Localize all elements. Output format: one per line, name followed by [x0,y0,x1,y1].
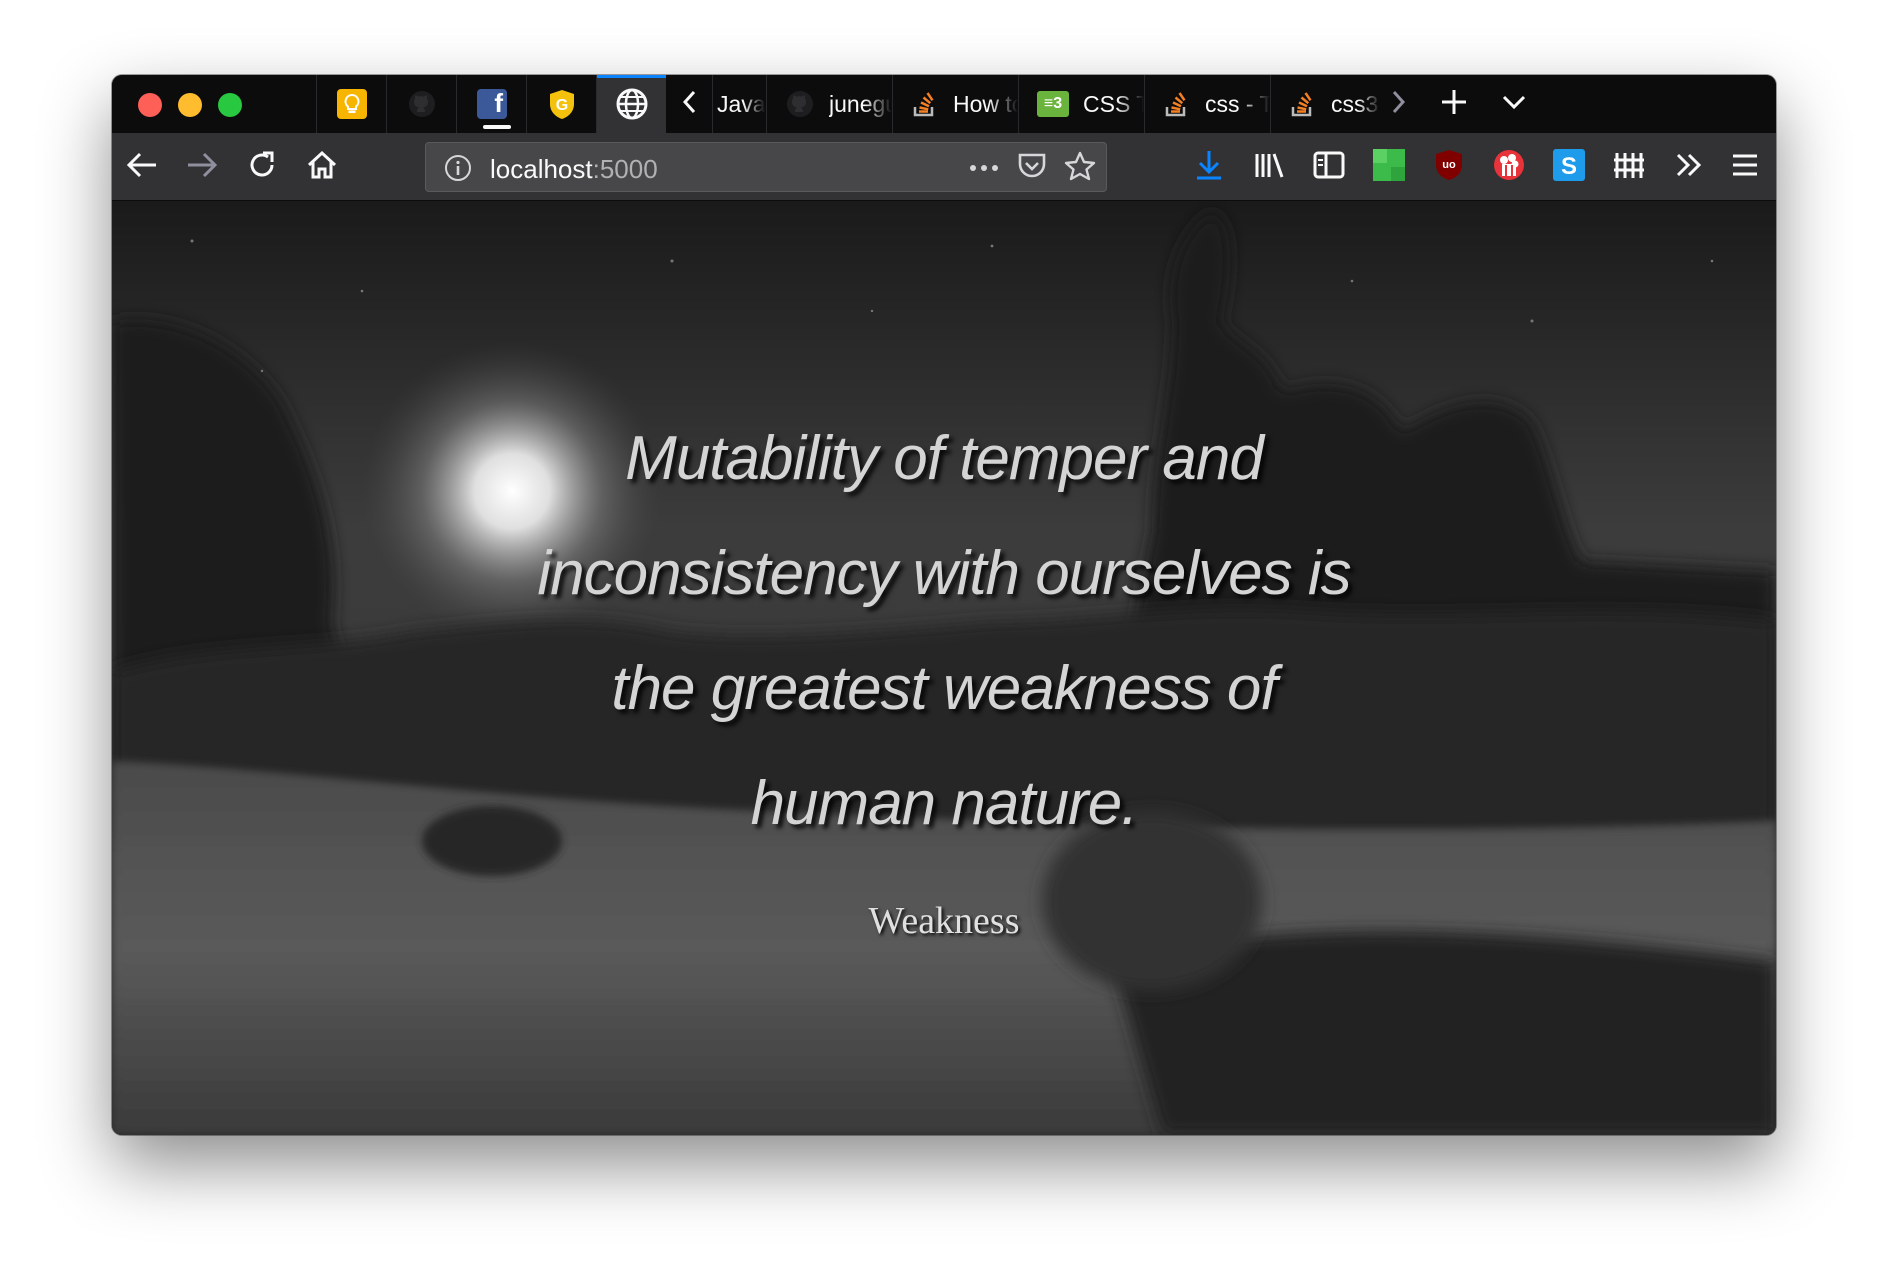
chevron-down-icon [1501,93,1527,116]
chevron-right-icon [1389,89,1407,120]
tab-pinned-localhost[interactable] [596,75,666,133]
star-icon [1064,151,1096,186]
css3-icon: ≡3 [1037,91,1069,117]
reload-icon [247,150,277,185]
arrow-left-icon [126,151,158,184]
tab-manager-icon [1373,148,1405,186]
sidebar-button[interactable] [1306,144,1352,190]
tab-scroll-left-button[interactable] [668,75,712,133]
list-all-tabs-button[interactable] [1488,75,1540,133]
globe-icon [615,87,649,121]
browser-window: f G JavaSc junegu [112,75,1776,1135]
url-text[interactable]: localhost:5000 [490,154,658,185]
tab-stackoverflow-css3[interactable]: css3 - [1270,75,1380,133]
home-button[interactable] [298,143,346,191]
tab-css-tricks[interactable]: ≡3 CSS Te [1018,75,1144,133]
tab-label: JavaSc [717,90,765,117]
chevron-left-icon [681,89,699,120]
tab-pinned-grammarly[interactable]: G [526,75,596,133]
lightbulb-icon [337,89,367,119]
pocket-icon [1017,152,1047,185]
stackoverflow-icon [911,90,939,118]
ellipsis-icon [969,159,999,177]
fence-icon [1612,150,1646,185]
svg-text:G: G [556,97,568,114]
arrow-right-icon [186,151,218,184]
tab-stackoverflow-how-to[interactable]: How to [892,75,1018,133]
tab-pinned-keep[interactable] [316,75,386,133]
tab-label: junegu [829,90,892,117]
tab-label: How to [953,90,1018,117]
extension-s-button[interactable]: S [1546,144,1592,190]
tab-label: css3 - [1331,90,1380,117]
url-bar[interactable]: localhost:5000 [425,142,1107,192]
tab-pinned-github[interactable] [386,75,456,133]
popcorn-icon [1492,148,1526,187]
hamburger-icon [1731,152,1759,183]
quote-author: Weakness [868,900,1020,942]
tab-label: css - T [1205,90,1270,117]
extension-green-button[interactable] [1366,144,1412,190]
download-icon [1194,149,1224,186]
page-actions-button[interactable] [966,150,1002,186]
extension-popcorn-button[interactable] [1486,144,1532,190]
back-button[interactable] [118,143,166,191]
double-chevron-right-icon [1674,152,1704,183]
stackoverflow-icon [1289,90,1317,118]
tab-stackoverflow-css[interactable]: css - T [1144,75,1270,133]
reload-button[interactable] [238,143,286,191]
github-icon [785,89,815,119]
forward-button[interactable] [178,143,226,191]
plus-icon [1440,88,1468,121]
sidebar-icon [1313,151,1345,184]
downloads-button[interactable] [1186,144,1232,190]
facebook-icon: f [477,88,507,119]
page-content: Mutability of temper and inconsistency w… [112,201,1776,1135]
minimize-window-button[interactable] [178,93,202,117]
info-icon[interactable] [444,154,472,182]
svg-text:S: S [1561,153,1577,180]
url-host: localhost [490,154,593,184]
tab-strip: f G JavaSc junegu [112,75,1776,133]
pocket-button[interactable] [1014,150,1050,186]
stackoverflow-icon [1163,90,1191,118]
extension-fence-button[interactable] [1606,144,1652,190]
grammarly-icon: G [547,88,577,120]
ublock-origin-button[interactable]: uo [1426,144,1472,190]
tab-github-junegu[interactable]: junegu [766,75,892,133]
library-icon [1253,151,1285,184]
github-icon [407,89,437,119]
tab-label: CSS Te [1083,90,1144,117]
zoom-window-button[interactable] [218,93,242,117]
quote-text: Mutability of temper and inconsistency w… [537,424,1351,838]
url-port: :5000 [592,154,658,184]
library-button[interactable] [1246,144,1292,190]
tab-scroll-right-button[interactable] [1376,75,1420,133]
navigation-toolbar: localhost:5000 uo S [112,133,1776,201]
home-icon [306,150,338,185]
tab-sound-indicator [483,125,511,129]
s-logo-icon: S [1553,148,1585,186]
ublock-icon: uo [1433,148,1465,187]
main-menu-button[interactable] [1722,144,1768,190]
tab-pinned-facebook[interactable]: f [456,75,526,133]
close-window-button[interactable] [138,93,162,117]
bookmark-star-button[interactable] [1062,150,1098,186]
tab-javascript[interactable]: JavaSc [712,75,766,133]
svg-text:uo: uo [1442,159,1456,171]
overflow-menu-button[interactable] [1666,144,1712,190]
quote-container: Mutability of temper and inconsistency w… [112,401,1776,943]
new-tab-button[interactable] [1428,75,1480,133]
